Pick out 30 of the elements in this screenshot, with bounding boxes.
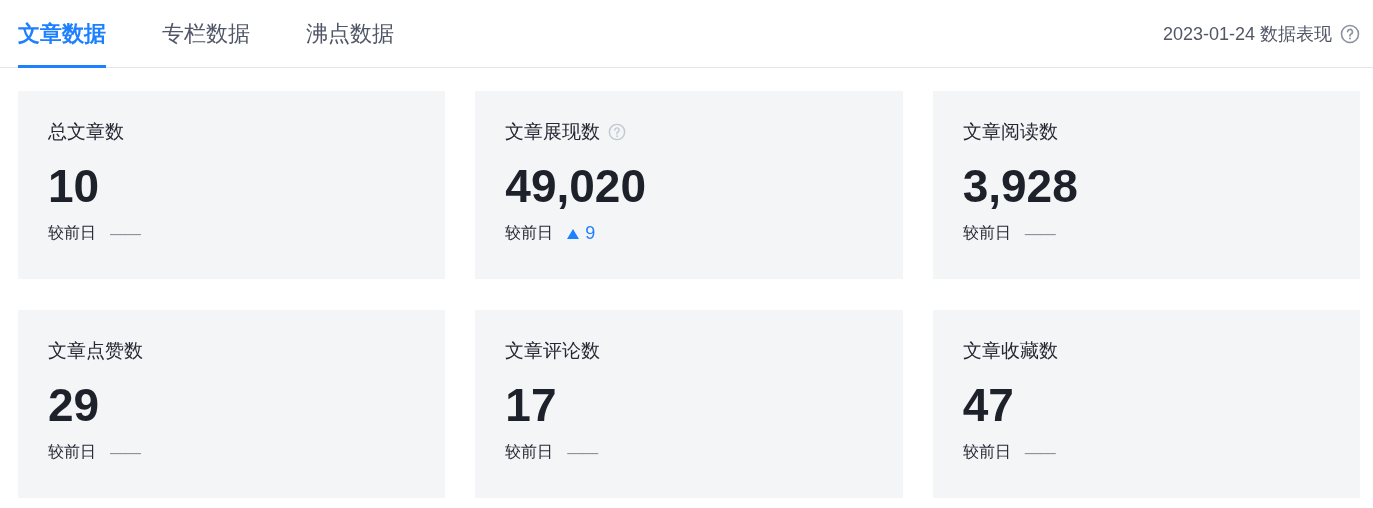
compare-label: 较前日 [962,223,1011,243]
change-value: —— [110,443,140,462]
stat-value: 29 [48,378,101,432]
tab[interactable]: 文章数据 [18,0,106,68]
stat-title: 文章展现数 [505,120,601,144]
compare-label: 较前日 [505,442,554,462]
change-value: —— [110,224,140,243]
change-value: —— [1024,443,1055,462]
tab[interactable]: 专栏数据 [162,0,250,68]
compare-label: 较前日 [48,442,96,462]
date-label: 2023-01-24 数据表现 [1162,22,1332,46]
up-triangle-icon [567,228,580,239]
stat-value: 49,020 [505,159,648,213]
stat-title: 文章收藏数 [962,339,1058,363]
tab[interactable]: 沸点数据 [306,0,394,68]
stat-title: 文章评论数 [505,339,601,363]
stat-title: 文章点赞数 [48,339,143,363]
stat-title: 文章阅读数 [962,120,1058,144]
compare-label: 较前日 [962,442,1011,462]
stat-value: 3,928 [962,159,1079,213]
compare-label: 较前日 [48,223,96,243]
compare-label: 较前日 [505,223,554,243]
stat-title: 总文章数 [48,120,124,144]
stat-value: 47 [962,378,1015,432]
change-value: —— [1024,224,1055,243]
stat-value: 10 [48,159,101,213]
change-value: —— [567,443,598,462]
change-value: 9 [585,223,596,244]
stat-value: 17 [505,378,558,432]
help-icon[interactable] [1340,23,1360,44]
